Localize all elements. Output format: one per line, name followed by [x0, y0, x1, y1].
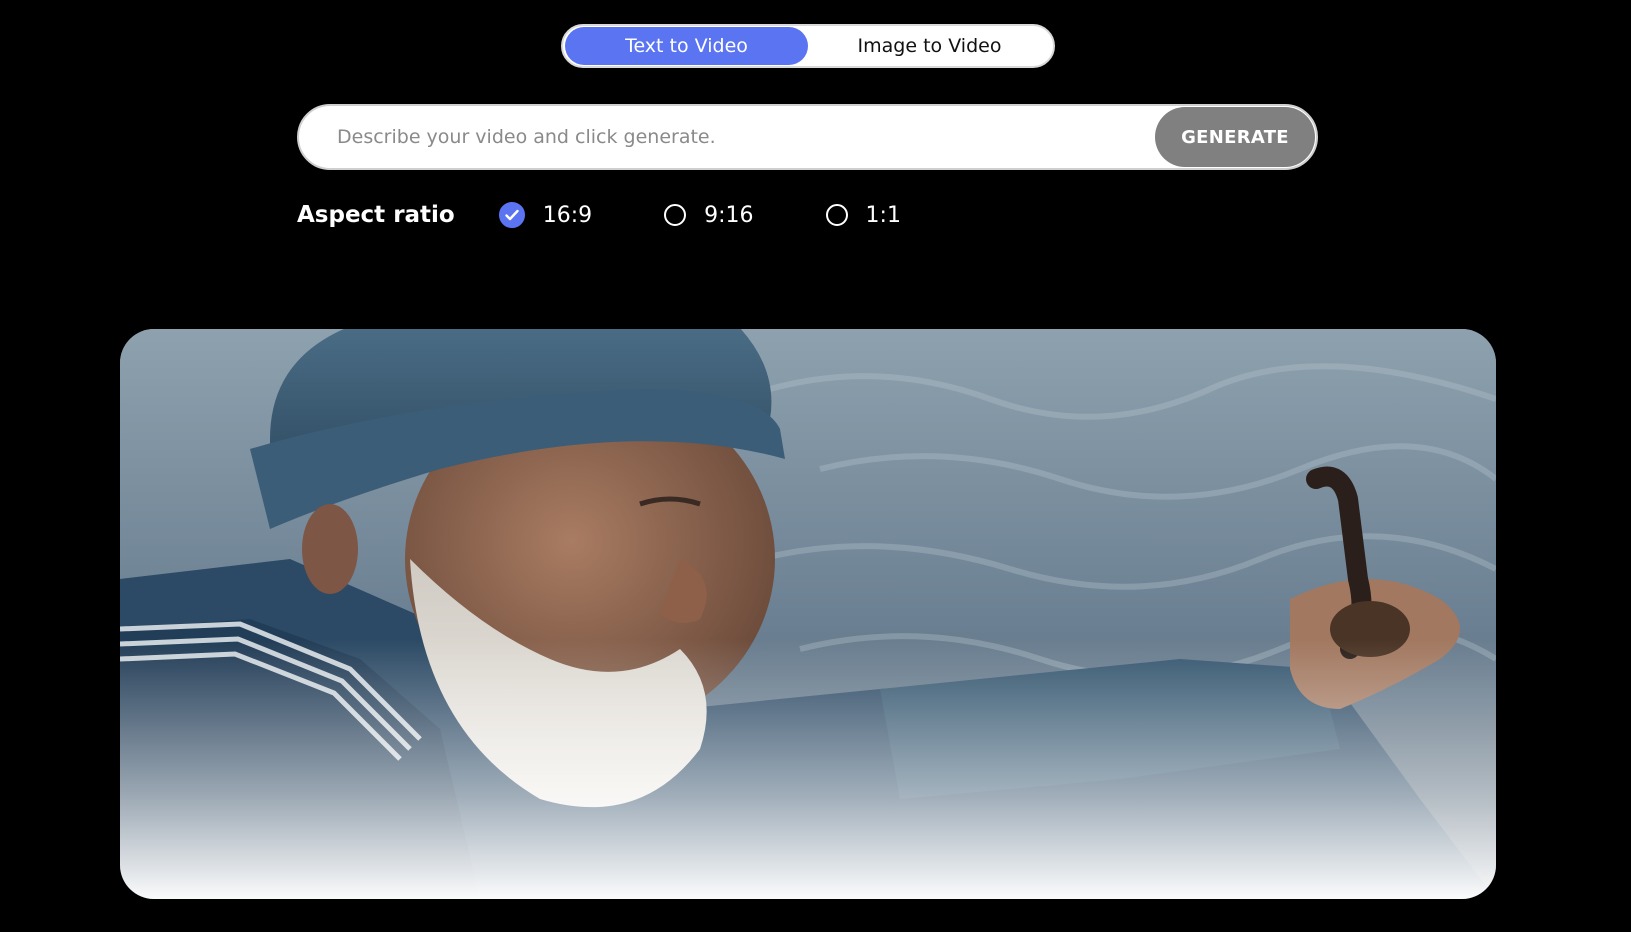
aspect-ratio-selector: Aspect ratio 16:9 9:16 1:1	[297, 196, 901, 234]
ratio-label: 16:9	[542, 202, 593, 228]
tab-text-to-video[interactable]: Text to Video	[565, 27, 808, 65]
radio-unchecked[interactable]	[664, 204, 687, 226]
prompt-bar: GENERATE	[297, 104, 1318, 170]
prompt-input[interactable]	[299, 106, 1155, 168]
preview-fade-overlay	[120, 639, 1496, 899]
aspect-ratio-label: Aspect ratio	[297, 202, 455, 228]
ratio-label: 1:1	[865, 202, 901, 228]
ratio-option-9-16[interactable]: 9:16	[664, 202, 754, 228]
ratio-option-16-9[interactable]: 16:9	[498, 202, 593, 228]
radio-checked[interactable]	[498, 202, 525, 228]
video-preview	[120, 329, 1496, 899]
radio-unchecked[interactable]	[825, 204, 848, 226]
generate-button[interactable]: GENERATE	[1155, 107, 1315, 167]
ratio-label: 9:16	[704, 202, 754, 228]
ratio-option-1-1[interactable]: 1:1	[825, 202, 901, 228]
mode-toggle: Text to Video Image to Video	[561, 24, 1055, 68]
page: Text to Video Image to Video GENERATE As…	[0, 0, 1631, 932]
tab-image-to-video[interactable]: Image to Video	[808, 27, 1051, 65]
check-icon	[505, 209, 519, 221]
